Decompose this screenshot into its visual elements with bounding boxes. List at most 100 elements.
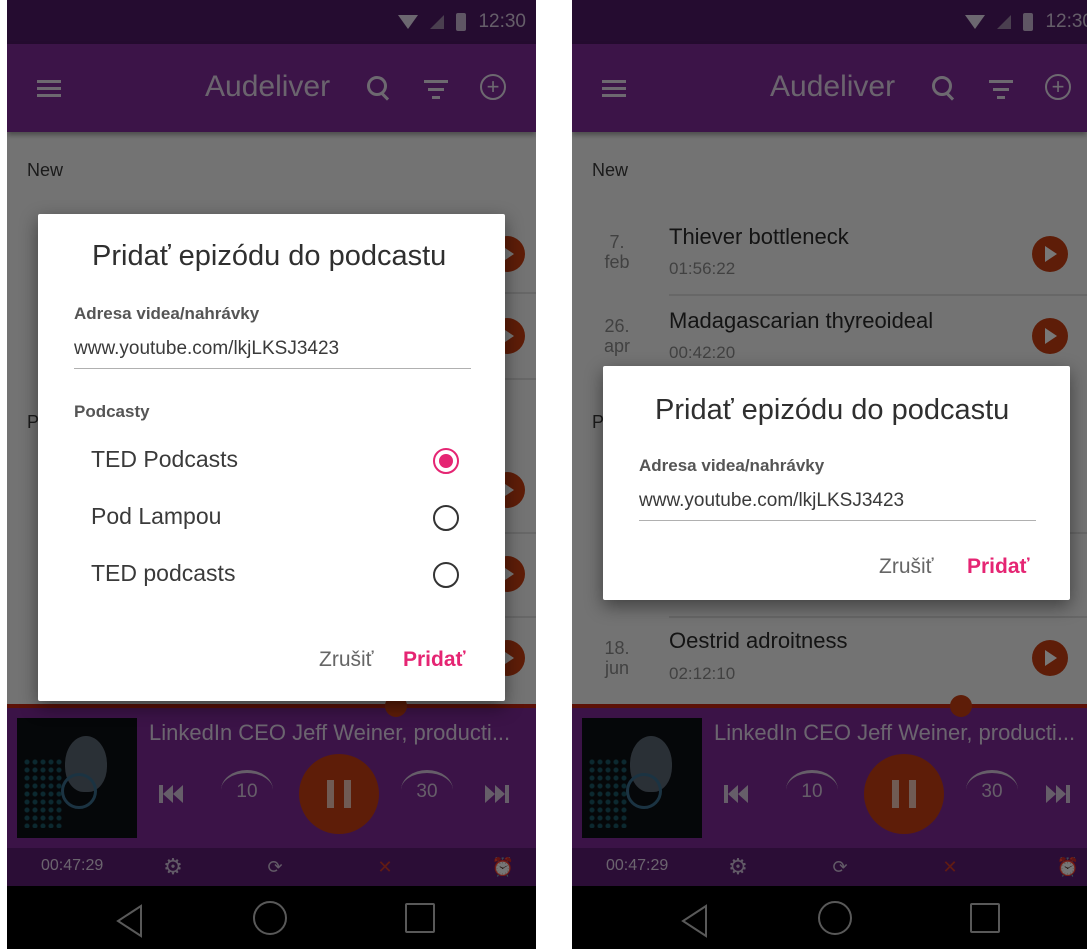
play-button[interactable] (1032, 318, 1068, 354)
url-underline (74, 368, 471, 369)
podcast-option-label: TED Podcasts (91, 446, 238, 472)
forward-button[interactable]: 30 (966, 770, 1018, 810)
app-title: Audeliver (205, 70, 331, 103)
wifi-icon (398, 15, 419, 29)
podcasts-label: Podcasty (74, 402, 150, 421)
url-underline (639, 520, 1036, 521)
skip-previous-icon[interactable] (159, 784, 183, 804)
seek-bar[interactable] (7, 704, 536, 708)
episode-date: 26. apr (603, 316, 630, 356)
repeat-icon[interactable]: ⟳ (828, 857, 852, 878)
forward-button[interactable]: 30 (401, 770, 453, 810)
search-icon[interactable] (930, 74, 958, 102)
episode-date: 7. feb (604, 232, 630, 272)
status-time: 12:30 (1045, 11, 1087, 32)
mini-player: LinkedIn CEO Jeff Weiner, producti... 10… (7, 695, 536, 848)
signal-icon (997, 15, 1012, 29)
section-label-new: New (27, 160, 64, 180)
episode-date: 18. jun (604, 638, 630, 678)
battery-icon (1023, 13, 1034, 31)
add-circle-icon[interactable]: + (480, 74, 506, 100)
add-episode-dialog: Pridať epizódu do podcastu Adresa videa/… (38, 214, 505, 701)
home-icon[interactable] (818, 901, 852, 935)
forward-seconds: 30 (981, 781, 1003, 802)
add-episode-dialog: Pridať epizódu do podcastu Adresa videa/… (603, 366, 1070, 600)
elapsed-time: 00:47:29 (606, 857, 669, 874)
divider (669, 616, 1087, 618)
episode-artwork (17, 718, 137, 838)
system-nav-bar (7, 886, 536, 949)
podcast-option-label: Pod Lampou (91, 503, 222, 529)
play-button[interactable] (1032, 236, 1068, 272)
player-bottom-bar: 00:47:29 ⚙ ⟳ ✕ ⏰ (7, 848, 536, 886)
alarm-icon[interactable]: ⏰ (491, 857, 515, 878)
episode-row[interactable]: 18. jun Oestrid adroitness 02:12:10 (572, 622, 1087, 704)
episode-title: Thiever bottleneck (669, 224, 849, 249)
podcast-option[interactable]: Pod Lampou (38, 489, 505, 543)
url-input[interactable]: www.youtube.com/lkjLKSJ3423 (74, 338, 339, 360)
menu-icon[interactable] (602, 80, 626, 98)
pause-button[interactable] (299, 754, 379, 834)
podcast-option[interactable]: TED podcasts (38, 546, 505, 600)
radio-button-selected[interactable] (433, 448, 459, 474)
url-input[interactable]: www.youtube.com/lkjLKSJ3423 (639, 490, 904, 512)
episode-duration: 00:42:20 (669, 343, 736, 362)
battery-icon (456, 13, 467, 31)
episode-duration: 02:12:10 (669, 664, 736, 683)
player-bottom-bar: 00:47:29 ⚙ ⟳ ✕ ⏰ (572, 848, 1087, 886)
rewind-button[interactable]: 10 (221, 770, 273, 810)
divider (669, 294, 1087, 296)
episode-row[interactable]: 7. feb Thiever bottleneck 01:56:22 (572, 214, 1087, 296)
repeat-icon[interactable]: ⟳ (263, 857, 287, 878)
cancel-button[interactable]: Zrušiť (879, 555, 934, 579)
filter-icon[interactable] (422, 80, 450, 108)
skip-previous-icon[interactable] (724, 784, 748, 804)
app-bar: Audeliver + (572, 44, 1087, 132)
play-button[interactable] (1032, 640, 1068, 676)
phone-screen-left: 12:30 Audeliver + New P LinkedIn CEO Jef… (7, 0, 536, 949)
phone-screen-right: 12:30 Audeliver + New 7.feb Thiever bott… (572, 0, 1087, 949)
rewind-button[interactable]: 10 (786, 770, 838, 810)
add-circle-icon[interactable]: + (1045, 74, 1071, 100)
app-title: Audeliver (770, 70, 896, 103)
status-time: 12:30 (478, 11, 526, 32)
gear-icon[interactable]: ⚙ (161, 854, 185, 880)
recents-icon[interactable] (970, 903, 1000, 933)
gear-icon[interactable]: ⚙ (726, 854, 750, 880)
status-bar: 12:30 (572, 0, 1087, 44)
radio-button[interactable] (433, 505, 459, 531)
podcast-option[interactable]: TED Podcasts (38, 432, 505, 486)
url-label: Adresa videa/nahrávky (639, 456, 825, 475)
app-bar: Audeliver + (7, 44, 536, 132)
search-icon[interactable] (365, 74, 393, 102)
dialog-title: Pridať epizódu do podcastu (92, 240, 447, 272)
menu-icon[interactable] (37, 80, 61, 98)
skip-next-icon[interactable] (485, 784, 509, 804)
seek-bar[interactable] (572, 704, 1087, 708)
skip-next-icon[interactable] (1046, 784, 1070, 804)
seek-knob[interactable] (950, 695, 972, 717)
signal-icon (430, 15, 445, 29)
pause-button[interactable] (864, 754, 944, 834)
recents-icon[interactable] (405, 903, 435, 933)
add-button[interactable]: Pridať (403, 648, 466, 672)
now-playing-title: LinkedIn CEO Jeff Weiner, producti... (714, 720, 1076, 745)
url-label: Adresa videa/nahrávky (74, 304, 260, 323)
rewind-seconds: 10 (801, 781, 823, 802)
cancel-button[interactable]: Zrušiť (319, 648, 374, 672)
mini-player: LinkedIn CEO Jeff Weiner, producti... 10… (572, 695, 1087, 848)
add-button[interactable]: Pridať (967, 555, 1030, 579)
radio-button[interactable] (433, 562, 459, 588)
filter-icon[interactable] (987, 80, 1015, 108)
episode-title: Oestrid adroitness (669, 628, 848, 653)
elapsed-time: 00:47:29 (41, 857, 104, 874)
episode-artwork (582, 718, 702, 838)
shuffle-icon[interactable]: ✕ (373, 857, 397, 878)
shuffle-icon[interactable]: ✕ (938, 857, 962, 878)
home-icon[interactable] (253, 901, 287, 935)
now-playing-title: LinkedIn CEO Jeff Weiner, producti... (149, 720, 511, 745)
back-icon[interactable] (680, 904, 708, 938)
alarm-icon[interactable]: ⏰ (1056, 857, 1080, 878)
podcast-option-label: TED podcasts (91, 560, 236, 586)
back-icon[interactable] (115, 904, 143, 938)
